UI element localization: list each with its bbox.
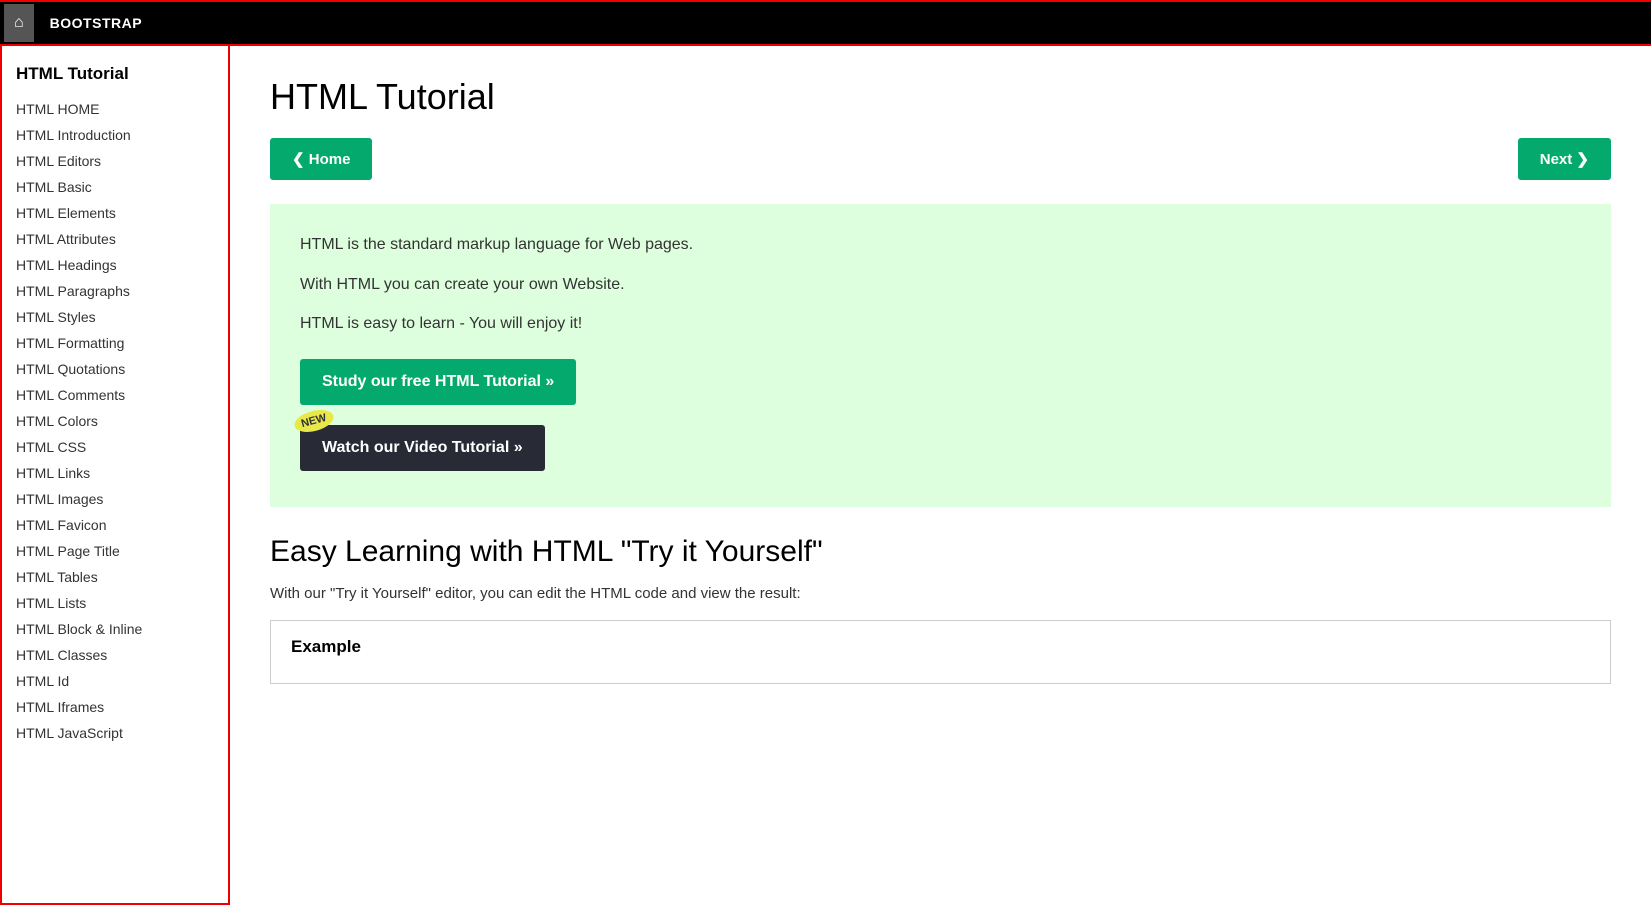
sidebar-link[interactable]: HTML Lists — [2, 590, 228, 616]
layout: HTML Tutorial HTML HOMEHTML Introduction… — [0, 46, 1651, 905]
nav-item-bootstrap[interactable]: BOOTSTRAP — [38, 4, 154, 42]
sidebar-link[interactable]: HTML Headings — [2, 252, 228, 278]
example-label: Example — [291, 637, 1590, 657]
sidebar-link[interactable]: HTML Colors — [2, 408, 228, 434]
sidebar-link[interactable]: HTML Images — [2, 486, 228, 512]
example-box: Example — [270, 620, 1611, 684]
info-line: HTML is easy to learn - You will enjoy i… — [300, 311, 1581, 337]
sidebar-link[interactable]: HTML Links — [2, 460, 228, 486]
home-icon: ⌂ — [14, 14, 24, 32]
main-content: HTML Tutorial ❮ Home Next ❯ HTML is the … — [230, 46, 1651, 905]
video-btn-wrapper: NEW Watch our Video Tutorial » — [300, 425, 545, 471]
sidebar-link[interactable]: HTML Favicon — [2, 512, 228, 538]
home-icon-button[interactable]: ⌂ — [4, 4, 34, 42]
sidebar-link[interactable]: HTML Quotations — [2, 356, 228, 382]
sidebar-link[interactable]: HTML Iframes — [2, 694, 228, 720]
nav-buttons-row: ❮ Home Next ❯ — [270, 138, 1611, 180]
info-lines: HTML is the standard markup language for… — [300, 232, 1581, 337]
sidebar-link[interactable]: HTML HOME — [2, 96, 228, 122]
sidebar-title: HTML Tutorial — [2, 56, 228, 96]
sidebar-link[interactable]: HTML Basic — [2, 174, 228, 200]
sidebar-link[interactable]: HTML Classes — [2, 642, 228, 668]
section-desc: With our "Try it Yourself" editor, you c… — [270, 585, 1611, 602]
sidebar-link[interactable]: HTML Id — [2, 668, 228, 694]
info-line: With HTML you can create your own Websit… — [300, 272, 1581, 298]
top-nav: ⌂ HTMLCSSJAVASCRIPTSQLPYTHONJAVAPHPBOOTS… — [0, 0, 1651, 46]
sidebar-link[interactable]: HTML Page Title — [2, 538, 228, 564]
section-title: Easy Learning with HTML "Try it Yourself… — [270, 535, 1611, 569]
sidebar-link[interactable]: HTML Paragraphs — [2, 278, 228, 304]
sidebar-links: HTML HOMEHTML IntroductionHTML EditorsHT… — [2, 96, 228, 746]
sidebar-link[interactable]: HTML Block & Inline — [2, 616, 228, 642]
sidebar-link[interactable]: HTML CSS — [2, 434, 228, 460]
sidebar-link[interactable]: HTML Introduction — [2, 122, 228, 148]
info-box: HTML is the standard markup language for… — [270, 204, 1611, 507]
video-button[interactable]: Watch our Video Tutorial » — [300, 425, 545, 471]
sidebar-link[interactable]: HTML Comments — [2, 382, 228, 408]
sidebar-link[interactable]: HTML Elements — [2, 200, 228, 226]
sidebar-link[interactable]: HTML Tables — [2, 564, 228, 590]
study-button[interactable]: Study our free HTML Tutorial » — [300, 359, 576, 405]
sidebar-link[interactable]: HTML Editors — [2, 148, 228, 174]
info-line: HTML is the standard markup language for… — [300, 232, 1581, 258]
sidebar-link[interactable]: HTML Styles — [2, 304, 228, 330]
home-button[interactable]: ❮ Home — [270, 138, 372, 180]
page-title: HTML Tutorial — [270, 76, 1611, 118]
next-button[interactable]: Next ❯ — [1518, 138, 1611, 180]
sidebar-link[interactable]: HTML Formatting — [2, 330, 228, 356]
sidebar-link[interactable]: HTML JavaScript — [2, 720, 228, 746]
sidebar: HTML Tutorial HTML HOMEHTML Introduction… — [0, 46, 230, 905]
sidebar-link[interactable]: HTML Attributes — [2, 226, 228, 252]
